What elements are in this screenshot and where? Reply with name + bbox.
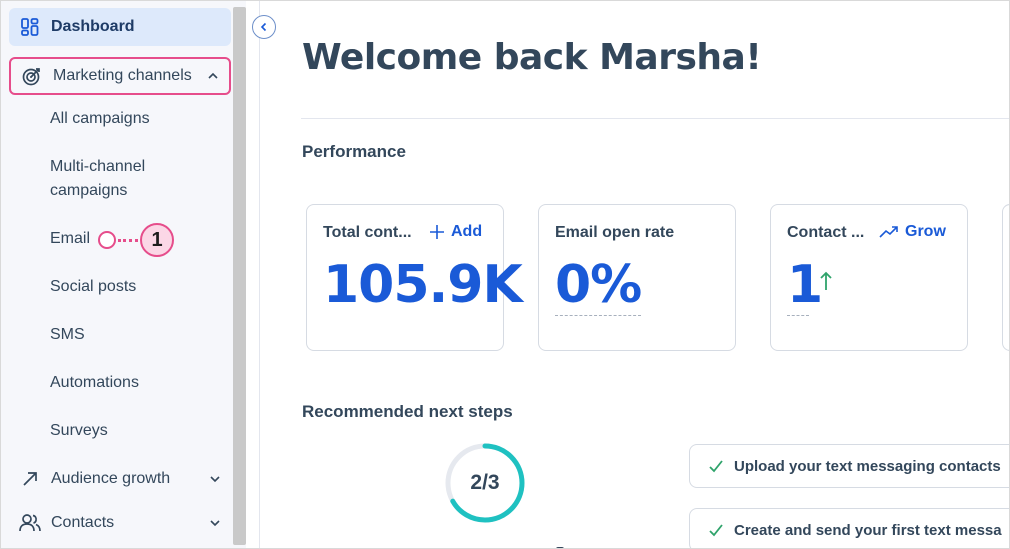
nav-contacts-label: Contacts — [51, 514, 115, 531]
check-icon — [709, 460, 723, 473]
nav-all-campaigns[interactable]: All campaigns — [50, 107, 150, 131]
nav-marketing-channels[interactable]: Marketing channels — [9, 57, 231, 95]
clipped-heading — [301, 539, 601, 548]
page-title: Welcome back Marsha! — [302, 37, 762, 78]
nav-automations[interactable]: Automations — [50, 371, 139, 395]
nav-audience-label: Audience growth — [51, 470, 171, 487]
task-send-first-text[interactable]: Create and send your first text messa — [689, 508, 1009, 548]
collapse-sidebar-button[interactable] — [252, 15, 276, 39]
metric-label: Email open rate — [555, 224, 675, 241]
nav-marketing-label: Marketing channels — [53, 67, 192, 84]
nav-multi-channel-line2[interactable]: campaigns — [50, 179, 127, 203]
task-upload-contacts[interactable]: Upload your text messaging contacts — [689, 444, 1009, 488]
check-icon — [709, 524, 723, 537]
grow-label: Grow — [905, 223, 946, 240]
grow-button[interactable]: Grow — [879, 223, 946, 241]
nav-dashboard-label: Dashboard — [51, 18, 135, 35]
chevron-down-icon[interactable] — [209, 517, 221, 529]
header-divider — [301, 118, 1009, 119]
callout-connector — [118, 238, 138, 242]
metric-card-email-open-rate: Email open rate 0% — [538, 204, 736, 351]
sidebar-divider — [259, 1, 260, 548]
arrow-up-right-icon — [19, 468, 41, 490]
app-window: Dashboard Marketing channels All campaig… — [0, 0, 1010, 549]
task-label: Upload your text messaging contacts — [734, 457, 1001, 475]
nav-contacts[interactable]: Contacts — [9, 504, 231, 542]
sidebar-scrollbar[interactable] — [233, 7, 246, 545]
metric-card-total-contacts: Total cont... Add 105.9K — [306, 204, 523, 351]
metric-value[interactable]: 0% — [555, 255, 642, 315]
target-icon — [21, 65, 43, 87]
value-underline — [555, 315, 641, 316]
metric-value: 105.9K — [323, 255, 523, 315]
progress-text: 2/3 — [470, 471, 500, 494]
nav-dashboard[interactable]: Dashboard — [9, 8, 231, 46]
callout-ring — [98, 231, 116, 249]
dashboard-icon — [19, 16, 41, 38]
nav-multi-channel-line1[interactable]: Multi-channel — [50, 155, 145, 179]
metric-value[interactable]: 1 — [787, 255, 823, 315]
nav-social-posts[interactable]: Social posts — [50, 275, 136, 299]
progress-ring: 2/3 — [443, 441, 527, 525]
metric-label: Contact ... — [787, 224, 865, 241]
performance-title: Performance — [302, 142, 406, 161]
value-underline — [787, 315, 809, 316]
nav-audience-growth[interactable]: Audience growth — [9, 460, 231, 498]
task-label: Create and send your first text messa — [734, 521, 1002, 539]
trending-up-icon — [879, 226, 898, 238]
add-contacts-button[interactable]: Add — [429, 223, 482, 241]
plus-icon — [430, 225, 444, 239]
nav-email[interactable]: Email — [50, 227, 90, 251]
nav-surveys[interactable]: Surveys — [50, 419, 108, 443]
chevron-left-icon — [260, 22, 267, 32]
arrow-up-icon — [820, 271, 832, 290]
sidebar: Dashboard Marketing channels All campaig… — [1, 1, 246, 548]
next-steps-title: Recommended next steps — [302, 402, 513, 421]
metric-card-contact-growth: Contact ... Grow 1 — [770, 204, 968, 351]
step-callout: 1 — [98, 223, 174, 257]
chevron-up-icon[interactable] — [207, 70, 219, 82]
chevron-down-icon[interactable] — [209, 473, 221, 485]
add-label: Add — [451, 223, 483, 240]
nav-sms[interactable]: SMS — [50, 323, 85, 347]
callout-number: 1 — [140, 223, 174, 257]
metric-card-partial — [1002, 204, 1009, 351]
people-icon — [19, 512, 41, 534]
metric-label: Total cont... — [323, 224, 412, 241]
